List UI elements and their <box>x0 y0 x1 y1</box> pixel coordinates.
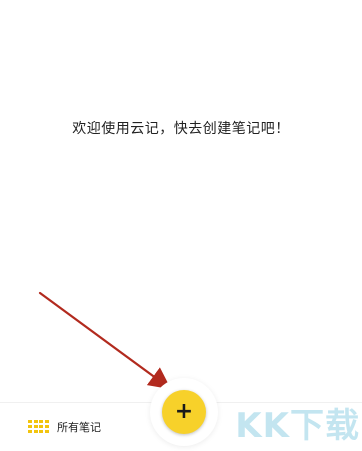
grid-icon <box>28 420 49 434</box>
empty-state-message: 欢迎使用云记，快去创建笔记吧！ <box>72 121 290 137</box>
app-screen: 欢迎使用云记，快去创建笔记吧！ 所有笔记 + KK下载 <box>0 0 362 451</box>
create-note-button[interactable]: + <box>162 390 206 434</box>
all-notes-tab[interactable]: 所有笔记 <box>28 415 101 439</box>
plus-icon: + <box>174 399 194 424</box>
all-notes-label: 所有笔记 <box>57 421 101 434</box>
